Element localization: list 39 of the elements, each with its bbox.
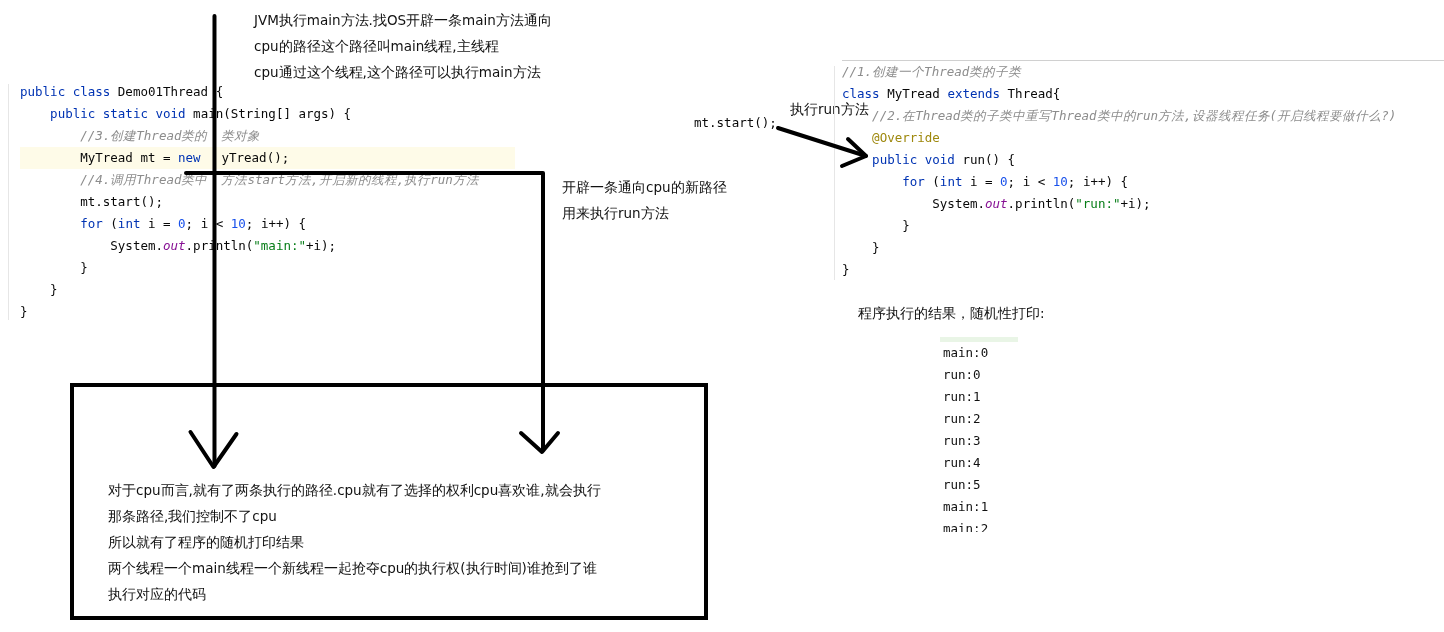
code-line: mt.start(); bbox=[694, 114, 777, 132]
code-line: public class Demo01Thread { bbox=[20, 84, 224, 99]
console-line: run:5 bbox=[943, 476, 982, 494]
console-line: main:1 bbox=[943, 498, 989, 516]
console-line: main:0 bbox=[943, 344, 989, 362]
code-line: } bbox=[842, 262, 850, 277]
note-line: 执行对应的代码 bbox=[108, 585, 207, 604]
arrow-label: 执行run方法 bbox=[790, 100, 869, 119]
note-line: cpu的路径这个路径叫main线程,主线程 bbox=[254, 37, 500, 56]
code-line: //2.在Thread类的子类中重写Thread类中的run方法,设器线程任务(开启线程要做什么?) bbox=[872, 108, 1397, 123]
note-line: 用来执行run方法 bbox=[562, 204, 670, 223]
code-line: mt.start(); bbox=[80, 194, 163, 209]
console-line: run:2 bbox=[943, 410, 982, 428]
code-line: } bbox=[902, 218, 910, 233]
code-line: } bbox=[50, 282, 58, 297]
note-line: 那条路径,我们控制不了cpu bbox=[108, 507, 278, 526]
code-line: //3.创建Thread类的 类对象 bbox=[80, 128, 261, 143]
output-title: 程序执行的结果，随机性打印: bbox=[858, 304, 1045, 323]
code-line: public void run() { bbox=[872, 152, 1016, 167]
note-line: cpu通过这个线程,这个路径可以执行main方法 bbox=[254, 63, 542, 82]
code-line: } bbox=[872, 240, 880, 255]
note-line: JVM执行main方法.找OS开辟一条main方法通向 bbox=[254, 11, 552, 30]
console-line: run:1 bbox=[943, 388, 982, 406]
code-line: for (int i = 0; i < 10; i++) { bbox=[902, 174, 1129, 189]
code-line: @Override bbox=[872, 130, 940, 145]
note-line: 两个线程一个main线程一个新线程一起抢夺cpu的执行权(执行时间)谁抢到了谁 bbox=[108, 559, 598, 578]
note-line: 对于cpu而言,就有了两条执行的路径.cpu就有了选择的权利cpu喜欢谁,就会执行 bbox=[108, 481, 601, 500]
code-line: for (int i = 0; i < 10; i++) { bbox=[80, 216, 307, 231]
code-line: //1.创建一个Thread类的子类 bbox=[842, 64, 1022, 79]
console-line: run:4 bbox=[943, 454, 982, 472]
note-line: 开辟一条通向cpu的新路径 bbox=[562, 178, 727, 197]
code-line: } bbox=[80, 260, 88, 275]
code-line: System.out.println("run:"+i); bbox=[932, 196, 1151, 211]
note-line: 所以就有了程序的随机打印结果 bbox=[108, 533, 305, 552]
console-line: run:0 bbox=[943, 366, 982, 384]
code-line: class MyTread extends Thread{ bbox=[842, 86, 1061, 101]
code-line: } bbox=[20, 304, 28, 319]
console-line: run:3 bbox=[943, 432, 982, 450]
code-line: MyTread mt = new yTread(); bbox=[80, 150, 290, 165]
